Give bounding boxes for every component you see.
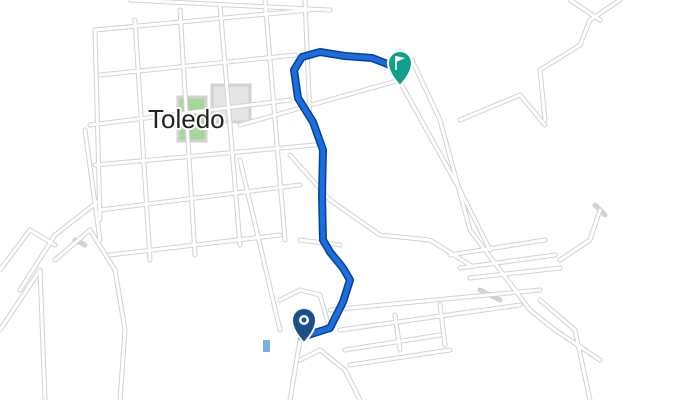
road-network — [0, 0, 623, 400]
water-area — [263, 340, 270, 352]
map-canvas[interactable]: Toledo — [0, 0, 694, 400]
place-label-toledo: Toledo — [148, 104, 225, 134]
map-view[interactable]: Toledo — [0, 0, 694, 400]
